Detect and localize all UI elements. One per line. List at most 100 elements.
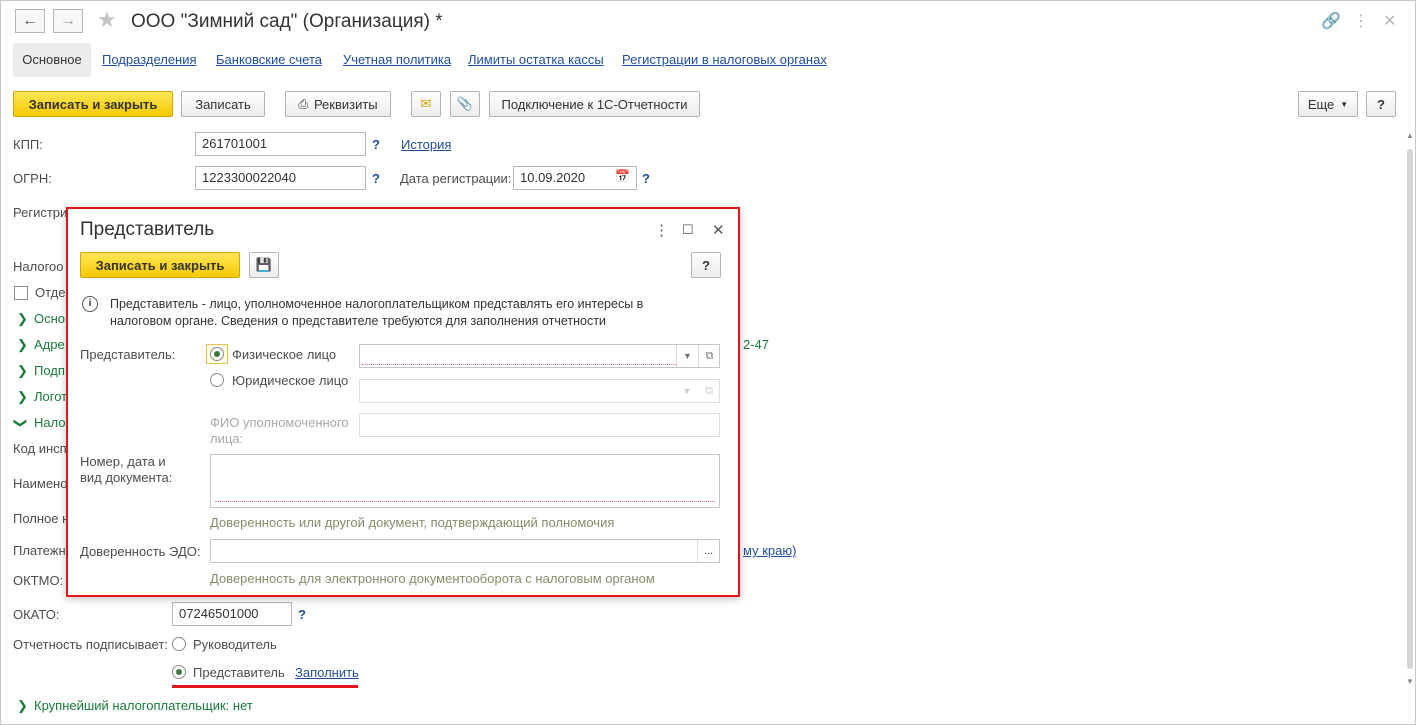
section-logo[interactable]: Логот	[34, 389, 67, 404]
star-icon[interactable]: ★	[97, 7, 117, 33]
fio-label-line-2: лица:	[210, 431, 244, 446]
arrow-right-icon: →	[60, 12, 76, 29]
history-link[interactable]: История	[401, 137, 451, 152]
fullname-label: Полное н	[13, 511, 70, 526]
signer-head-radio[interactable]	[172, 637, 186, 651]
okato-help-icon[interactable]: ?	[298, 607, 306, 622]
scroll-down-icon[interactable]: ▼	[1406, 677, 1414, 686]
open-form-icon[interactable]: ⧉	[698, 345, 720, 367]
chevron-right-icon[interactable]: ❯	[17, 311, 28, 327]
tab-tax-registrations[interactable]: Регистрации в налоговых органах	[622, 43, 827, 77]
kpp-input[interactable]: 261701001	[195, 132, 366, 156]
help-button[interactable]: ?	[1366, 91, 1396, 117]
vertical-scrollbar[interactable]: ▲ ▼	[1404, 131, 1416, 691]
required-underline	[362, 364, 676, 365]
document-textarea[interactable]	[210, 454, 720, 508]
link-icon[interactable]: 🔗	[1321, 11, 1341, 31]
email-button[interactable]: ✉	[411, 91, 441, 117]
dialog-save-close-button[interactable]: Записать и закрыть	[80, 252, 240, 278]
window-title: ООО "Зимний сад" (Организация) *	[131, 11, 443, 32]
chevron-right-icon[interactable]: ❯	[17, 389, 28, 405]
chevron-right-icon[interactable]: ❯	[17, 698, 28, 714]
tax-label: Налогоо	[13, 259, 64, 274]
forward-button[interactable]: →	[53, 9, 83, 33]
tab-bank-accounts[interactable]: Банковские счета	[216, 43, 322, 77]
ogrn-label: ОГРН:	[13, 171, 52, 186]
required-underline	[215, 501, 715, 502]
reg-date-label: Дата регистрации:	[400, 171, 512, 186]
save-close-button[interactable]: Записать и закрыть	[13, 91, 173, 117]
more-vert-icon[interactable]: ⋮	[1353, 11, 1369, 31]
fio-input[interactable]	[359, 413, 720, 437]
scroll-up-icon[interactable]: ▲	[1406, 131, 1414, 140]
representative-dialog: Представитель ⋮ ☐ ✕ Записать и закрыть 💾…	[66, 207, 740, 597]
dialog-more-icon[interactable]: ⋮	[654, 221, 669, 239]
save-button[interactable]: Записать	[181, 91, 265, 117]
doc-label-line-2: вид документа:	[80, 470, 173, 485]
signer-rep-radio[interactable]	[172, 665, 186, 679]
printer-icon: ⎙	[298, 96, 308, 111]
chevron-down-icon: ▼	[1340, 99, 1349, 109]
dialog-help-button[interactable]: ?	[691, 252, 721, 278]
fio-label-line-1: ФИО уполномоченного	[210, 415, 349, 430]
large-taxpayer-section[interactable]: Крупнейший налогоплательщик: нет	[34, 698, 253, 713]
chevron-down-icon[interactable]: ❯	[12, 418, 28, 429]
okato-input[interactable]: 07246501000	[172, 602, 292, 626]
kpp-help-icon[interactable]: ?	[372, 137, 380, 152]
section-signatures[interactable]: Подп	[34, 363, 65, 378]
back-button[interactable]: ←	[15, 9, 45, 33]
envelope-icon: ✉	[420, 96, 432, 111]
tab-main[interactable]: Основное	[13, 43, 91, 77]
legal-radio[interactable]	[210, 373, 224, 387]
tab-cash-limits[interactable]: Лимиты остатка кассы	[468, 43, 604, 77]
info-icon: i	[82, 296, 98, 312]
edo-input[interactable]: ...	[210, 539, 720, 563]
edo-hint: Доверенность для электронного документоо…	[210, 571, 655, 586]
tab-divisions[interactable]: Подразделения	[102, 43, 197, 77]
calendar-icon[interactable]: 📅	[615, 169, 630, 183]
oktmo-label: ОКТМО:	[13, 573, 64, 588]
close-icon[interactable]: ✕	[1383, 11, 1396, 31]
attach-button[interactable]: 📎	[450, 91, 480, 117]
section-basic[interactable]: Осно	[34, 311, 65, 326]
individual-select[interactable]: ▼ ⧉	[359, 344, 720, 368]
individual-radio[interactable]	[210, 347, 224, 361]
connect-1c-reporting-button[interactable]: Подключение к 1С-Отчетности	[489, 91, 700, 117]
info-line-1: Представитель - лицо, уполномоченное нал…	[110, 297, 644, 311]
ellipsis-icon[interactable]: ...	[697, 540, 719, 562]
inspection-code-label: Код инсп	[13, 441, 67, 456]
reg-date-help-icon[interactable]: ?	[642, 171, 650, 186]
signer-rep-label: Представитель	[193, 665, 285, 680]
name-label: Наимено	[13, 476, 68, 491]
dropdown-arrow-icon[interactable]: ▼	[676, 345, 698, 367]
payment-label: Платежн	[13, 543, 66, 558]
rep-label: Представитель:	[80, 347, 176, 362]
scrollbar-thumb[interactable]	[1407, 149, 1413, 669]
fill-link[interactable]: Заполнить	[295, 665, 359, 680]
ogrn-help-icon[interactable]: ?	[372, 171, 380, 186]
info-line-2: налоговом органе. Сведения о представите…	[110, 314, 606, 328]
okato-label: ОКАТО:	[13, 607, 60, 622]
section-tax[interactable]: Нало	[34, 415, 66, 430]
maximize-icon[interactable]: ☐	[682, 222, 694, 238]
chevron-right-icon[interactable]: ❯	[17, 337, 28, 353]
chevron-right-icon[interactable]: ❯	[17, 363, 28, 379]
tab-accounting-policy[interactable]: Учетная политика	[343, 43, 451, 77]
legal-select[interactable]: ▼ ⧉	[359, 379, 720, 403]
signer-label: Отчетность подписывает:	[13, 637, 168, 652]
signer-head-label: Руководитель	[193, 637, 277, 652]
section-address[interactable]: Адре	[34, 337, 65, 352]
ogrn-input[interactable]: 1223300022040	[195, 166, 366, 190]
kpp-label: КПП:	[13, 137, 43, 152]
more-button[interactable]: Еще ▼	[1298, 91, 1358, 117]
dialog-save-button[interactable]: 💾	[249, 252, 279, 278]
dropdown-arrow-icon: ▼	[682, 386, 692, 396]
separate-checkbox[interactable]	[14, 286, 28, 300]
payment-link-tail[interactable]: му краю)	[743, 543, 796, 558]
edo-label: Доверенность ЭДО:	[80, 544, 201, 559]
doc-hint: Доверенность или другой документ, подтве…	[210, 515, 615, 530]
dialog-title: Представитель	[80, 219, 215, 240]
dialog-close-icon[interactable]: ✕	[712, 221, 725, 239]
doc-label-line-1: Номер, дата и	[80, 454, 166, 469]
requisites-button[interactable]: ⎙ Реквизиты	[285, 91, 391, 117]
